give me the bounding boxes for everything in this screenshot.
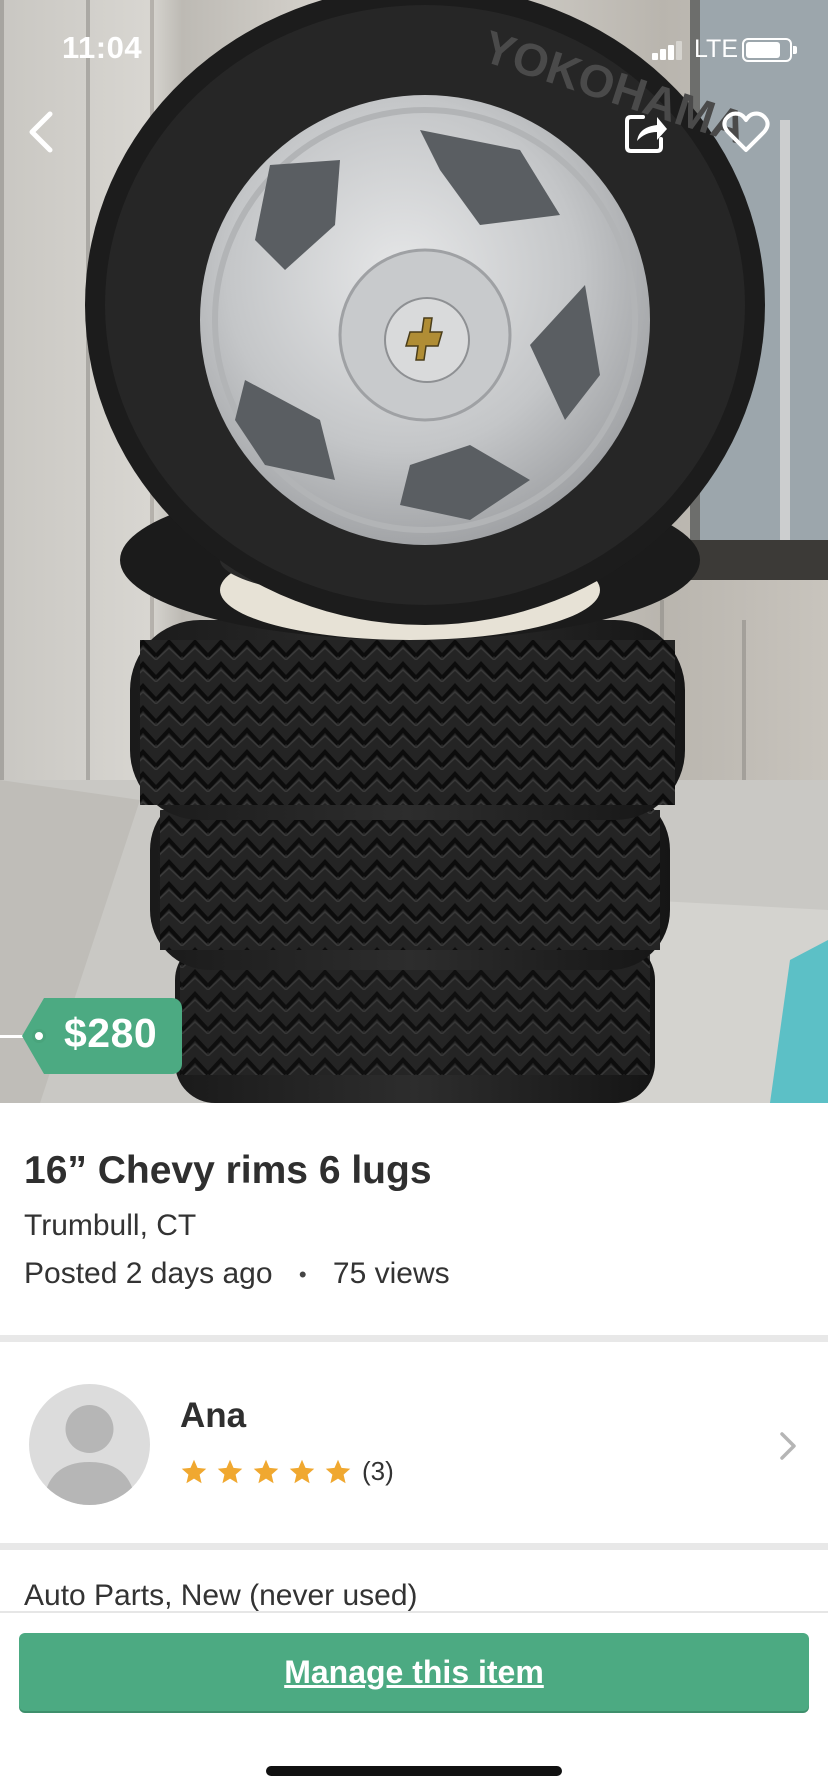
star-icon <box>325 1459 351 1483</box>
section-divider <box>0 1335 828 1342</box>
signal-icon <box>652 40 682 60</box>
user-placeholder-icon <box>43 1405 136 1505</box>
heart-icon <box>722 111 770 152</box>
star-icon <box>253 1459 279 1483</box>
price-label: $280 <box>64 1010 158 1056</box>
network-type: LTE <box>694 35 738 63</box>
avatar <box>29 1384 150 1505</box>
star-icon <box>289 1459 315 1483</box>
status-bar: 11:04 LTE <box>0 0 828 96</box>
star-icon <box>181 1459 207 1483</box>
meta-separator: • <box>298 1262 307 1288</box>
bottom-action-bar: Manage this item <box>0 1611 828 1792</box>
manage-item-button[interactable]: Manage this item <box>19 1633 809 1711</box>
rating-count: (3) <box>362 1456 394 1486</box>
chevron-right-icon <box>780 1432 796 1460</box>
battery-icon <box>742 38 797 62</box>
seller-rating: (3) <box>180 1456 394 1487</box>
share-button[interactable] <box>616 102 676 162</box>
price-tag: $280 <box>0 998 185 1074</box>
seller-name: Ana <box>180 1396 247 1435</box>
seller-row[interactable]: Ana (3) <box>0 1344 828 1546</box>
listing-meta: Posted 2 days ago • 75 views <box>24 1257 450 1291</box>
listing-title: 16” Chevy rims 6 lugs <box>24 1149 432 1192</box>
home-indicator[interactable] <box>266 1766 562 1776</box>
favorite-button[interactable] <box>716 102 776 162</box>
share-icon <box>625 115 667 153</box>
tire-stack-image: YOKOHAMA <box>0 0 828 1103</box>
listing-category: Auto Parts, New (never used) <box>24 1579 418 1612</box>
back-button[interactable] <box>12 102 72 162</box>
listing-location[interactable]: Trumbull, CT <box>24 1209 196 1243</box>
chevron-left-icon <box>29 111 53 153</box>
status-time: 11:04 <box>62 30 143 65</box>
view-count: 75 views <box>332 1257 450 1290</box>
manage-item-label: Manage this item <box>284 1653 544 1690</box>
posted-time: Posted 2 days ago <box>24 1257 273 1290</box>
star-icon <box>217 1459 243 1483</box>
section-divider <box>0 1543 828 1550</box>
listing-photo[interactable]: YOKOHAMA <box>0 0 828 1103</box>
